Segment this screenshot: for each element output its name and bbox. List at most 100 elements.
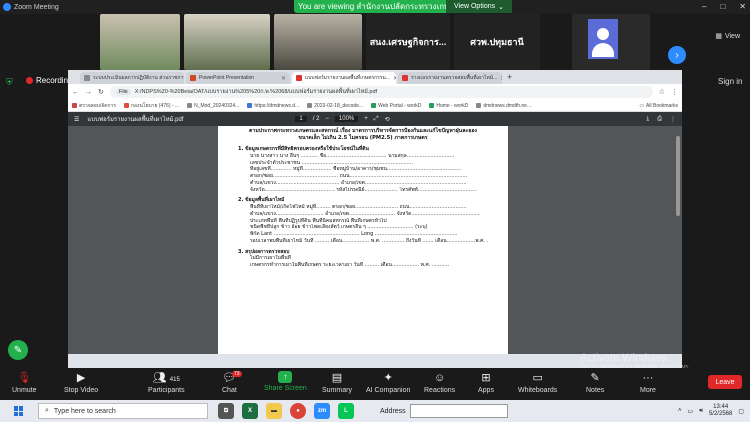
browser-tab[interactable]: ระบบประเมินผลการปฏิบัติงาน ส่วนราชการ...… (80, 72, 184, 84)
maximize-icon[interactable]: □ (720, 2, 725, 11)
zoom-in-icon[interactable]: + (364, 116, 368, 122)
bookmark-item[interactable]: กองนโยบาย (476) - ... (124, 102, 179, 110)
excel-icon[interactable]: X (242, 403, 258, 419)
participant-tile-5[interactable]: ศวพ.ปทุมธานี (454, 14, 540, 70)
notifications-icon[interactable]: ▢ (738, 408, 744, 415)
participant-tile-avatar[interactable] (572, 14, 650, 70)
rotate-icon[interactable]: ⟲ (385, 116, 390, 123)
tab-title: PowerPoint Presentation (199, 75, 255, 81)
new-tab-icon[interactable]: + (507, 72, 512, 82)
bookmark-label: กองนโยบาย (476) - ... (131, 102, 180, 109)
participant-tile-4[interactable]: สนง.เศรษฐกิจการ... (366, 14, 450, 70)
close-tab-icon[interactable]: ✕ (281, 75, 286, 82)
window-title: Zoom Meeting (14, 3, 59, 11)
taskbar-search-input[interactable]: ⌕ Type here to search (38, 403, 208, 419)
zoom-out-icon[interactable]: − (325, 116, 329, 122)
whiteboards-button[interactable]: ▭ Whiteboards (518, 371, 557, 394)
apps-button[interactable]: ⊞ Apps (478, 371, 494, 394)
bookmark-item[interactable]: ตรวจสอบ/จัดการ (72, 102, 116, 110)
participant-video-1[interactable] (100, 14, 180, 70)
unmute-button[interactable]: 🎙︎ Unmute (12, 371, 37, 394)
hamburger-menu-icon[interactable]: ☰ (74, 116, 79, 123)
view-options-button[interactable]: View Options ⌄ (446, 0, 512, 13)
summary-button[interactable]: ▤ Summary (322, 371, 352, 394)
next-page-arrow-icon[interactable]: › (668, 46, 686, 64)
taskbar-clock[interactable]: 13:44 5/2/2568 (709, 404, 732, 418)
browser-tab-strip: ระบบประเมินผลการปฏิบัติงาน ส่วนราชการ...… (68, 70, 682, 84)
back-icon[interactable]: ← (72, 89, 79, 96)
close-tab-icon[interactable]: ✕ (500, 75, 502, 82)
page-number-input[interactable]: 1 (295, 116, 307, 122)
browser-tab[interactable]: ร่างแบบรายงานตรวจสอบพื้นที่เผาไหม้...✕ (398, 72, 502, 84)
participant-video-3[interactable] (274, 14, 362, 70)
fit-page-icon[interactable]: ⤢ (374, 116, 379, 123)
pdf-page: ตามประกาศกระทรวงเกษตรและสหกรณ์ เรื่อง มา… (218, 126, 508, 354)
chat-button[interactable]: 73 💬︎ Chat (222, 371, 242, 394)
shared-screen-browser: ระบบประเมินผลการปฏิบัติงาน ส่วนราชการ...… (68, 70, 682, 368)
participants-button[interactable]: 👥︎ 415 Participants (148, 371, 185, 394)
meeting-controls: 🎙︎ Unmute ▶ Stop Video 👥︎ 415 Participants … (0, 368, 750, 400)
ai-companion-button[interactable]: ✦ AI Companion (366, 371, 410, 394)
bookmark-item[interactable]: N_Mod_20240324... (187, 103, 239, 109)
task-view-icon[interactable]: ⧉ (218, 403, 234, 419)
shield-icon[interactable]: ⛨ (6, 77, 16, 87)
pdf-toolbar: ☰ แบบฟอร์มรายงานผลพื้นที่เผาไหม้.pdf 1 /… (68, 112, 682, 126)
pdf-viewer[interactable]: ตามประกาศกระทรวงเกษตรและสหกรณ์ เรื่อง มา… (68, 126, 682, 354)
download-icon[interactable]: ⤓ (647, 116, 650, 123)
pdf-scrollbar[interactable] (676, 136, 680, 216)
recording-indicator[interactable]: Recording (26, 76, 72, 85)
browser-tab-active[interactable]: แบบฟอร์มรายงานผลพื้นที่เกษตรกรรม... ✕ (292, 72, 396, 84)
notes-button[interactable]: ✎ Notes (586, 371, 604, 394)
chrome-icon[interactable]: ● (290, 403, 306, 419)
network-icon[interactable]: ▭ (688, 408, 694, 415)
reactions-button[interactable]: ☺ Reactions (424, 371, 455, 394)
print-icon[interactable]: ⎙ (657, 116, 662, 123)
line-app-icon[interactable]: L (338, 403, 354, 419)
bookmark-item[interactable]: Home - workD (429, 103, 468, 109)
taskbar-address-toolbar: Address (380, 404, 508, 418)
file-explorer-icon[interactable]: ▬ (266, 403, 282, 419)
bookmark-item[interactable]: Web Portal - workD (371, 103, 421, 109)
zoom-app-icon[interactable]: zm (314, 403, 330, 419)
bookmarks-bar: ตรวจสอบ/จัดการ กองนโยบาย (476) - ... N_M… (68, 100, 682, 112)
tab-favicon-icon (190, 75, 196, 81)
more-options-icon[interactable]: ⋮ (670, 116, 676, 123)
share-screen-button[interactable]: ↑ Share Screen (264, 371, 307, 392)
windows-taskbar: ⌕ Type here to search ⧉ X ▬ ● zm L Addre… (0, 400, 750, 422)
zoom-level[interactable]: 100% (334, 116, 359, 122)
windows-start-icon[interactable] (14, 406, 24, 416)
bookmark-icon (307, 103, 313, 108)
apps-icon: ⊞ (481, 372, 491, 384)
all-bookmarks-label: All Bookmarks (646, 102, 678, 109)
volume-icon[interactable]: 🔊︎ (699, 408, 703, 415)
notes-label: Notes (586, 387, 605, 394)
search-placeholder: Type here to search (53, 407, 116, 415)
more-button[interactable]: ··· More (640, 371, 656, 394)
address-bar[interactable]: File X:/NDPS%20-%20Beta/OAT/แบบรายงาน%20… (109, 86, 653, 98)
taskbar-address-field[interactable] (409, 404, 508, 418)
browser-tab[interactable]: PowerPoint Presentation ✕ (186, 72, 290, 84)
sign-in-link[interactable]: Sign in (718, 77, 742, 86)
close-tab-icon[interactable]: ✕ (393, 75, 396, 82)
bookmark-item[interactable]: https://dmdnews.d... (247, 103, 299, 109)
navigation-bar: ← → ↻ File X:/NDPS%20-%20Beta/OAT/แบบราย… (68, 84, 682, 100)
bookmark-item[interactable]: dmdnews.dmdth.ne... (476, 103, 531, 109)
form-line: พิกัด Lant .............................… (250, 231, 458, 238)
form-line: ประเภทพื้นที่ พื้นที่ปฏิรูปที่ดิน พื้นที… (250, 217, 387, 224)
close-icon[interactable]: ✕ (739, 2, 746, 11)
participant-video-2[interactable] (184, 14, 270, 70)
leave-button[interactable]: Leave (708, 375, 742, 389)
bookmark-item[interactable]: 2023-02-18_decode... (307, 103, 363, 109)
annotate-pencil-icon[interactable]: ✎ (8, 340, 28, 360)
stop-video-button[interactable]: ▶ Stop Video (64, 371, 98, 394)
section-heading: 1. ข้อมูลเกษตรกรที่มีสิทธิครอบครองหรือใช… (238, 146, 369, 153)
whiteboards-label: Whiteboards (518, 387, 558, 394)
reload-icon[interactable]: ↻ (98, 88, 104, 96)
tray-chevron-icon[interactable]: ˄ (678, 408, 682, 414)
forward-icon[interactable]: → (85, 89, 92, 96)
menu-dots-icon[interactable]: ⋮ (671, 88, 678, 96)
star-icon[interactable]: ☆ (659, 88, 665, 96)
all-bookmarks-folder[interactable]: ▭ All Bookmarks (639, 103, 678, 109)
view-button[interactable]: ▦ View (715, 32, 740, 41)
minimize-icon[interactable]: – (702, 2, 706, 11)
